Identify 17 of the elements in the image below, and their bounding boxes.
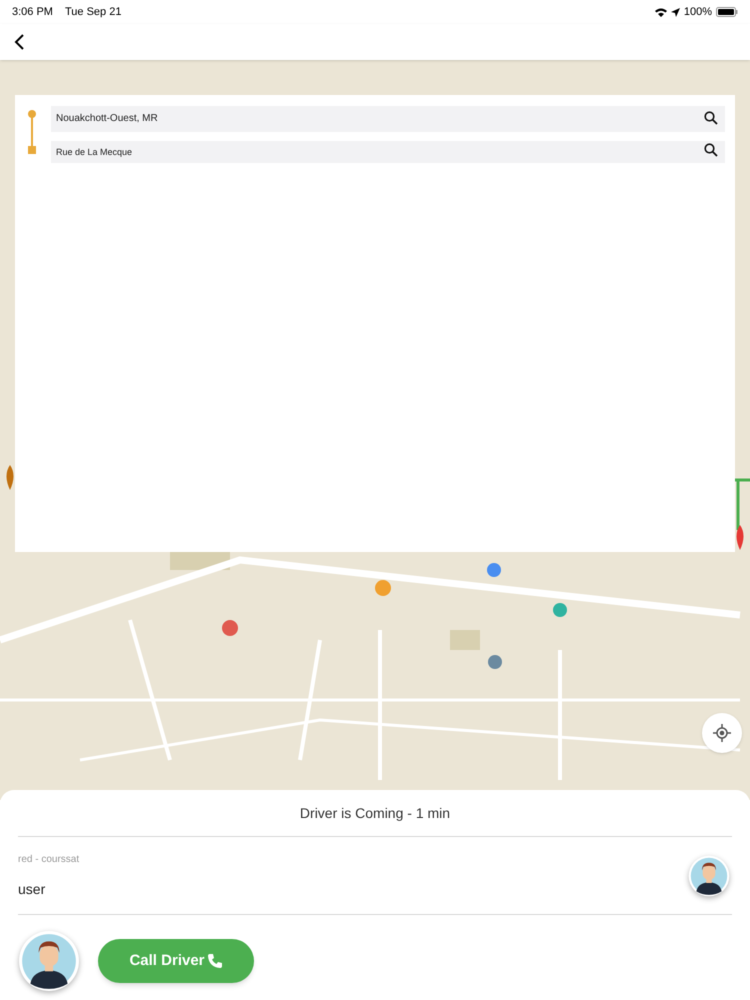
battery-percentage: 100%	[684, 4, 712, 20]
phone-icon	[206, 953, 223, 969]
location-arrow-icon	[670, 8, 680, 16]
destination-field[interactable]: Rue de La Mecque	[51, 141, 725, 163]
ride-subtitle: red - courssat	[18, 852, 80, 866]
wifi-icon	[654, 8, 667, 16]
route-line-icon	[25, 109, 39, 155]
driver-status-title: Driver is Coming - 1 min	[300, 804, 450, 823]
status-date: Tue Sep 21	[64, 4, 122, 20]
battery-icon	[716, 7, 738, 17]
crosshair-icon[interactable]	[713, 724, 731, 742]
search-icon[interactable]	[704, 143, 718, 157]
pickup-field[interactable]: Nouakchott-Ouest, MR	[51, 106, 725, 132]
status-time: 3:06 PM	[12, 4, 53, 20]
search-icon[interactable]	[704, 111, 718, 125]
user-name: user	[18, 880, 46, 898]
back-icon[interactable]	[12, 33, 26, 51]
